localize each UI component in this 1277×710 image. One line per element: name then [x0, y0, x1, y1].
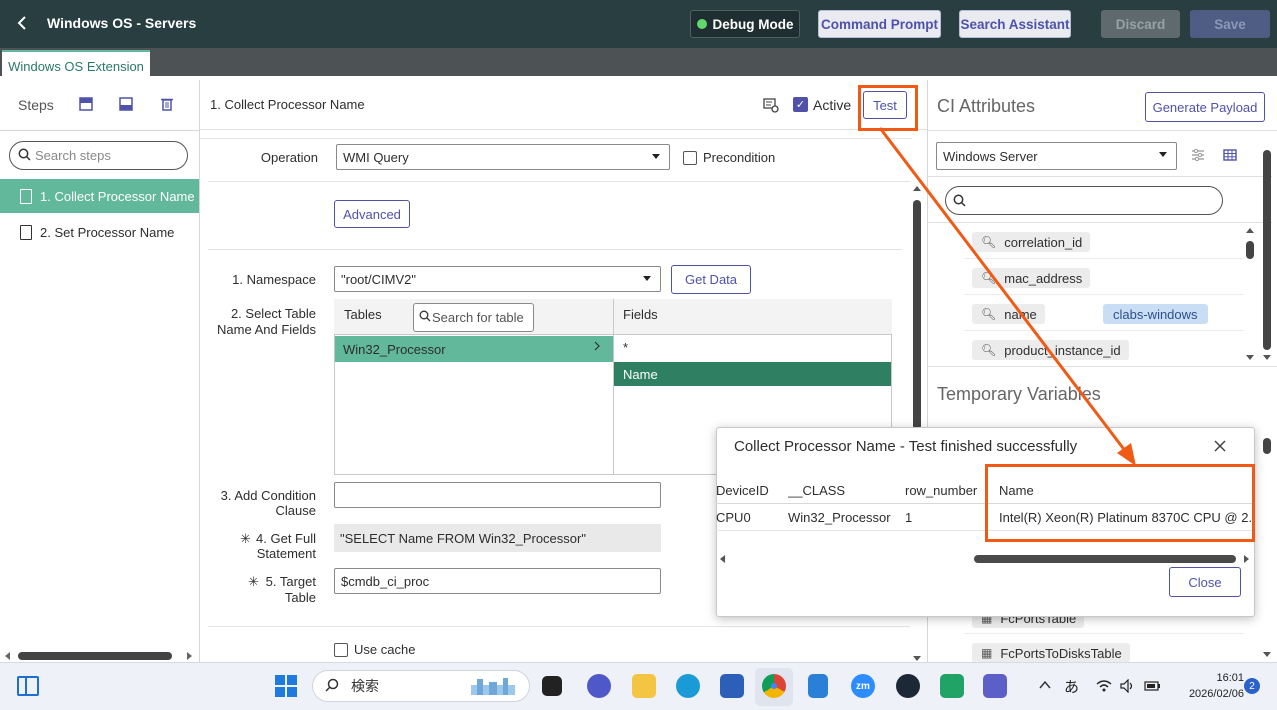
wifi-icon[interactable]	[1096, 679, 1112, 693]
annotation-arrow	[878, 127, 1136, 466]
clock-date: 2026/02/06	[1188, 688, 1244, 700]
terminal-icon[interactable]	[896, 674, 920, 698]
store-icon[interactable]	[720, 674, 744, 698]
clock-time: 16:01	[1216, 672, 1244, 684]
taskbar-search-text: 検索	[351, 678, 379, 694]
teams-icon[interactable]	[983, 674, 1007, 698]
edge-icon[interactable]	[676, 674, 700, 698]
chrome-center-icon	[771, 683, 777, 689]
system-clock[interactable]: 16:01 2026/02/06	[1164, 670, 1244, 702]
search-highlight-icon	[467, 677, 519, 700]
chevron-up-icon[interactable]	[1038, 678, 1052, 692]
notepad-icon[interactable]	[808, 674, 828, 698]
ime-indicator[interactable]: あ	[1064, 676, 1079, 697]
sheets-icon[interactable]	[940, 674, 964, 698]
widgets-icon[interactable]	[17, 676, 39, 696]
zoom-icon[interactable]: zm	[851, 674, 875, 698]
volume-icon[interactable]	[1120, 678, 1136, 694]
chat-icon[interactable]	[587, 674, 611, 698]
start-icon[interactable]	[274, 674, 298, 698]
file-explorer-icon[interactable]	[632, 674, 656, 698]
task-view-icon[interactable]	[542, 676, 562, 696]
taskbar-search[interactable]: 検索	[312, 670, 530, 702]
search-icon	[325, 678, 339, 695]
battery-icon[interactable]	[1143, 679, 1161, 693]
notification-badge[interactable]: 2	[1244, 678, 1260, 694]
